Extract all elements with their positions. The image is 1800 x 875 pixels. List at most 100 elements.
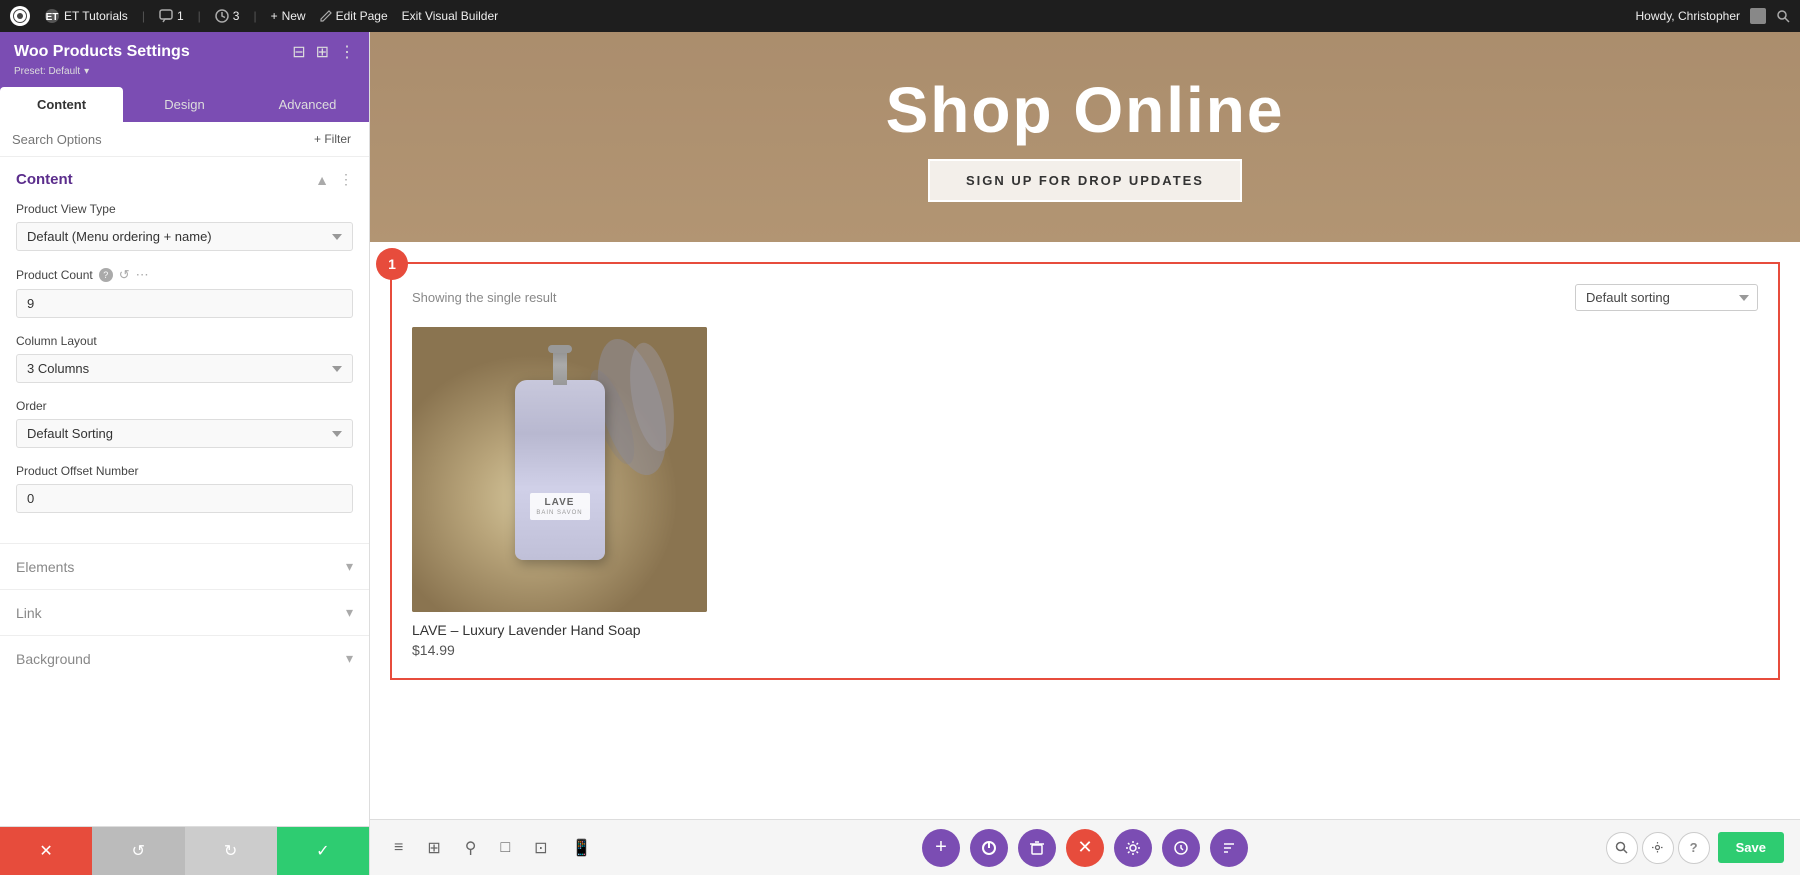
filter-button[interactable]: + Filter	[308, 130, 357, 148]
background-header[interactable]: Background ▾	[16, 650, 353, 667]
history-button[interactable]	[1162, 829, 1200, 867]
new-label: New	[282, 9, 306, 23]
sidebar-title: Woo Products Settings	[14, 43, 190, 61]
preset-chevron-icon: ▾	[84, 66, 89, 77]
settings-button[interactable]	[1114, 829, 1152, 867]
section-options-icon[interactable]: ⋮	[339, 171, 353, 188]
delete-button[interactable]	[1018, 829, 1056, 867]
link-section: Link ▾	[0, 589, 369, 635]
toolbar-rows-icon[interactable]: ≡	[386, 833, 411, 863]
product-card[interactable]: LAVE BAIN SAVON LAVE – Luxury Lavender H…	[412, 327, 847, 658]
toolbar-search-icon[interactable]: ⚲	[457, 832, 485, 864]
product-view-type-select[interactable]: Default (Menu ordering + name) Name Date…	[16, 222, 353, 251]
product-offset-input[interactable]	[16, 484, 353, 513]
elements-header[interactable]: Elements ▾	[16, 558, 353, 575]
sidebar-title-icons: ⊟ ⊞ ⋮	[292, 42, 355, 62]
product-count-input[interactable]	[16, 289, 353, 318]
add-button[interactable]: +	[922, 829, 960, 867]
order-select[interactable]: Default Sorting Popularity Rating Date P…	[16, 419, 353, 448]
background-title: Background	[16, 651, 91, 667]
preset-row[interactable]: Preset: Default ▾	[14, 66, 355, 77]
product-count-label: Product Count ? ↺ ⋯	[16, 267, 353, 283]
column-layout-select[interactable]: 3 Columns 2 Columns 4 Columns 1 Column	[16, 354, 353, 383]
tab-advanced[interactable]: Advanced	[246, 87, 369, 122]
confirm-button[interactable]: ✓	[277, 827, 369, 875]
search-bar: + Filter	[0, 122, 369, 157]
collapse-section-icon[interactable]: ▲	[315, 172, 329, 188]
search-toolbar-icon[interactable]	[1606, 832, 1638, 864]
redo-button[interactable]: ↻	[185, 827, 277, 875]
link-header[interactable]: Link ▾	[16, 604, 353, 621]
background-collapse-icon: ▾	[346, 650, 353, 667]
search-input[interactable]	[12, 132, 300, 147]
main-layout: Woo Products Settings ⊟ ⊞ ⋮ Preset: Defa…	[0, 32, 1800, 875]
toolbar-mobile-icon[interactable]: 📱	[564, 832, 600, 864]
hero-cta-button[interactable]: SIGN UP FOR DROP UPDATES	[928, 159, 1242, 202]
builder-toolbar: ≡ ⊞ ⚲ □ ⊡ 📱 + ✕	[370, 819, 1800, 875]
edit-page-link[interactable]: Edit Page	[320, 9, 388, 23]
product-section: 1 Showing the single result Default sort…	[370, 242, 1800, 819]
product-grid: LAVE BAIN SAVON LAVE – Luxury Lavender H…	[412, 327, 1758, 658]
column-layout-group: Column Layout 3 Columns 2 Columns 4 Colu…	[16, 334, 353, 383]
comments-count-link[interactable]: 3	[215, 9, 240, 23]
comments-count: 3	[233, 9, 240, 23]
tab-design[interactable]: Design	[123, 87, 246, 122]
toolbar-desktop-icon[interactable]: □	[492, 833, 518, 863]
product-name: LAVE – Luxury Lavender Hand Soap	[412, 622, 847, 638]
exit-builder-link[interactable]: Exit Visual Builder	[402, 9, 499, 23]
comments-link[interactable]: 1	[159, 9, 184, 23]
help-toolbar-icon[interactable]: ?	[1678, 832, 1710, 864]
background-section: Background ▾	[0, 635, 369, 681]
notification-count: 1	[177, 9, 184, 23]
toolbar-grid-icon[interactable]: ⊞	[419, 832, 448, 864]
filter-label: + Filter	[314, 132, 351, 146]
hero-title: Shop Online	[886, 73, 1285, 147]
power-button[interactable]	[970, 829, 1008, 867]
tab-bar: Content Design Advanced	[0, 87, 369, 122]
soap-pump	[553, 345, 567, 385]
tab-content[interactable]: Content	[0, 87, 123, 122]
sorting-select[interactable]: Default sorting Sort by popularity Sort …	[1575, 284, 1758, 311]
product-count-help-icon[interactable]: ?	[99, 268, 113, 282]
sidebar-title-row: Woo Products Settings ⊟ ⊞ ⋮	[14, 42, 355, 62]
avatar	[1750, 8, 1766, 24]
toolbar-tablet-icon[interactable]: ⊡	[526, 832, 555, 864]
new-icon: +	[271, 9, 278, 23]
more-options-icon[interactable]: ⋮	[339, 42, 355, 62]
toolbar-right-icons: ?	[1606, 832, 1710, 864]
preset-label: Preset: Default	[14, 66, 80, 77]
new-link[interactable]: + New	[271, 9, 306, 23]
product-count-reset-icon[interactable]: ↺	[119, 267, 130, 283]
section-header-icons: ▲ ⋮	[315, 171, 353, 188]
site-name-link[interactable]: ET ET Tutorials	[44, 8, 128, 24]
admin-bar: ET ET Tutorials | 1 | 3 | + New Edit Pag…	[0, 0, 1800, 32]
minimize-icon[interactable]: ⊟	[292, 42, 305, 62]
order-label: Order	[16, 399, 353, 413]
undo-button[interactable]: ↺	[92, 827, 184, 875]
content-section: Content ▲ ⋮ Product View Type Default (M…	[0, 157, 369, 543]
sort-button[interactable]	[1210, 829, 1248, 867]
toolbar-left: ≡ ⊞ ⚲ □ ⊡ 📱	[386, 832, 599, 864]
content-section-title: Content	[16, 171, 73, 188]
search-icon[interactable]	[1776, 9, 1790, 23]
edit-page-label: Edit Page	[336, 9, 388, 23]
product-count-more-icon[interactable]: ⋯	[136, 267, 149, 283]
wp-logo-icon[interactable]	[10, 6, 30, 26]
link-collapse-icon: ▾	[346, 604, 353, 621]
elements-section: Elements ▾	[0, 543, 369, 589]
toolbar-center: + ✕	[922, 829, 1248, 867]
svg-text:ET: ET	[46, 12, 59, 23]
product-section-inner: 1 Showing the single result Default sort…	[390, 262, 1780, 680]
toolbar-right: ? Save	[1606, 832, 1784, 864]
product-count-group: Product Count ? ↺ ⋯	[16, 267, 353, 318]
save-button[interactable]: Save	[1718, 832, 1784, 863]
elements-collapse-icon: ▾	[346, 558, 353, 575]
soap-bottle-container: LAVE BAIN SAVON	[515, 380, 605, 560]
close-button[interactable]: ✕	[1066, 829, 1104, 867]
cancel-button[interactable]: ✕	[0, 827, 92, 875]
content-area: Shop Online SIGN UP FOR DROP UPDATES 1 S…	[370, 32, 1800, 875]
column-layout-label: Column Layout	[16, 334, 353, 348]
layout-icon[interactable]: ⊞	[316, 42, 329, 62]
settings-toolbar-icon[interactable]	[1642, 832, 1674, 864]
product-offset-group: Product Offset Number	[16, 464, 353, 513]
